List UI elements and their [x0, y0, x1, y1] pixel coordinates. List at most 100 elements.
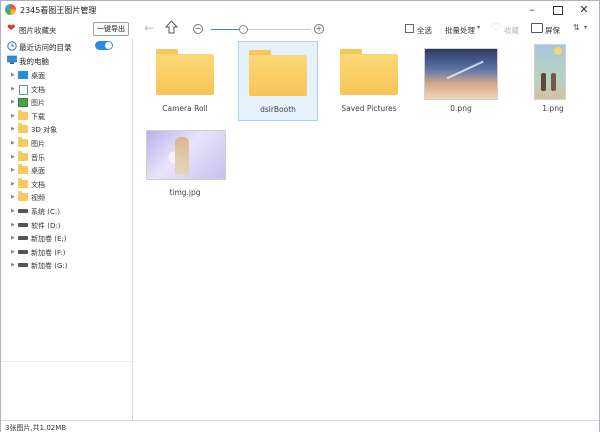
sidebar-item-13[interactable]: ▶ 新加卷 (F:) [1, 246, 132, 259]
expand-arrow-icon[interactable]: ▶ [11, 262, 15, 268]
sidebar-item-label: 3D 对象 [31, 126, 58, 135]
drive-icon [18, 263, 28, 268]
screensaver-button[interactable]: 屏保 [545, 25, 560, 36]
sidebar-item-0[interactable]: ▶ 桌面 [1, 69, 132, 82]
select-all-label[interactable]: 全选 [417, 25, 432, 36]
expand-arrow-icon[interactable]: ▶ [11, 235, 15, 241]
sort-icon[interactable]: ⇅ [573, 23, 580, 32]
sidebar-item-label: 文档 [31, 180, 45, 189]
expand-arrow-icon[interactable]: ▶ [11, 99, 15, 105]
file-name: dslrBooth [260, 105, 296, 114]
sidebar-item-2[interactable]: ▶ 图片 [1, 96, 132, 109]
folder-icon [156, 49, 214, 95]
maximize-button[interactable] [547, 1, 569, 19]
folder-item[interactable]: Saved Pictures [330, 41, 408, 119]
sidebar-item-label: 软件 (D:) [31, 221, 61, 230]
image-thumbnail [534, 44, 566, 100]
file-name: timg.jpg [169, 188, 201, 197]
sidebar-empty-area [1, 361, 132, 421]
back-arrow-icon[interactable]: ← [144, 21, 154, 35]
heart-icon[interactable]: ❤ [7, 24, 15, 34]
sidebar-item-9[interactable]: ▶ 视频 [1, 191, 132, 204]
folder-body [249, 55, 307, 96]
expand-arrow-icon[interactable]: ▶ [11, 208, 15, 214]
drive-icon [18, 249, 28, 254]
folder-icon [18, 150, 28, 161]
folder-icon [18, 123, 28, 134]
select-all-checkbox[interactable] [405, 24, 414, 33]
sidebar-item-label: 图片 [31, 140, 45, 148]
pic-icon [18, 98, 28, 108]
expand-arrow-icon[interactable]: ▶ [11, 86, 15, 92]
zoom-in-button[interactable]: + [314, 24, 324, 34]
expand-arrow-icon[interactable]: ▶ [11, 154, 15, 160]
sort-chevron-down-icon[interactable]: ▾ [584, 24, 587, 31]
sidebar-item-3[interactable]: ▶ 下载 [1, 109, 132, 123]
collect-button[interactable]: 收藏 [504, 25, 519, 36]
zoom-slider[interactable] [211, 25, 311, 34]
zoom-slider-thumb[interactable] [239, 25, 248, 34]
folder-item[interactable]: dslrBooth [238, 41, 318, 121]
doc-icon [19, 84, 28, 95]
image-item[interactable]: 1.png [514, 41, 592, 119]
sidebar-item-label: 桌面 [31, 167, 45, 176]
folder-body [156, 54, 214, 95]
sidebar-item-8[interactable]: ▶ 文档 [1, 177, 132, 191]
sidebar-item-label: 桌面 [31, 72, 45, 80]
close-button[interactable]: ✕ [573, 1, 595, 19]
drive-icon [18, 209, 28, 213]
sidebar-item-11[interactable]: ▶ 软件 (D:) [1, 219, 132, 232]
image-item[interactable]: 0.png [422, 41, 500, 119]
folder-icon [18, 177, 28, 188]
file-name: 1.png [542, 104, 564, 113]
image-item[interactable]: timg.jpg [146, 125, 226, 203]
status-bar: 3张图片,共1.02MB [1, 420, 599, 432]
sidebar-item-7[interactable]: ▶ 桌面 [1, 164, 132, 177]
sidebar-item-label: 新加卷 (G:) [31, 262, 68, 271]
expand-arrow-icon[interactable]: ▶ [11, 194, 15, 200]
recent-dirs-row[interactable]: 最近访问的目录 [1, 40, 132, 52]
file-grid: Camera Roll dslrBooth Saved Pictures 0.png 1… [133, 39, 599, 420]
my-computer-label: 我的电脑 [19, 57, 49, 66]
expand-arrow-icon[interactable]: ▶ [11, 126, 15, 132]
sidebar-item-5[interactable]: ▶ 图片 [1, 137, 132, 150]
my-computer-row[interactable]: 我的电脑 [1, 54, 132, 66]
sidebar-item-label: 图片 [31, 99, 45, 108]
folder-item[interactable]: Camera Roll [146, 41, 224, 119]
expand-arrow-icon[interactable]: ▶ [11, 167, 15, 173]
export-button[interactable]: 一键导出 [93, 22, 129, 36]
minimize-button[interactable]: – [521, 1, 543, 19]
favorites-label[interactable]: 图片收藏夹 [19, 25, 57, 36]
folder-body [340, 54, 398, 95]
sidebar-item-10[interactable]: ▶ 系统 (C:) [1, 205, 132, 218]
batch-process-button[interactable]: 批量处理 [445, 25, 475, 36]
collect-heart-icon[interactable]: ♡ [491, 22, 501, 34]
chevron-down-icon[interactable]: ▾ [477, 24, 480, 31]
sidebar-item-label: 新加卷 (E:) [31, 235, 67, 244]
sidebar-item-4[interactable]: ▶ 3D 对象 [1, 123, 132, 136]
maximize-icon [553, 5, 563, 15]
sidebar-item-1[interactable]: ▶ 文档 [1, 83, 132, 96]
sidebar-item-label: 下载 [31, 112, 45, 121]
toolbar: ❤ 图片收藏夹 一键导出 ← − + 全选 批量处理 ▾ ♡ 收藏 屏保 ⇅ ▾ [1, 19, 599, 40]
recent-dirs-toggle[interactable] [95, 41, 113, 50]
expand-arrow-icon[interactable]: ▶ [11, 181, 15, 187]
folder-icon [340, 49, 398, 95]
app-logo-icon [5, 4, 16, 15]
image-thumbnail [424, 48, 498, 100]
drive-icon [18, 236, 28, 241]
sidebar-item-14[interactable]: ▶ 新加卷 (G:) [1, 259, 132, 272]
computer-icon [7, 55, 17, 64]
sidebar-item-label: 文档 [31, 85, 45, 94]
zoom-out-button[interactable]: − [193, 24, 203, 34]
up-folder-icon[interactable] [165, 20, 178, 34]
expand-arrow-icon[interactable]: ▶ [11, 222, 15, 228]
sidebar-item-12[interactable]: ▶ 新加卷 (E:) [1, 232, 132, 245]
expand-arrow-icon[interactable]: ▶ [11, 249, 15, 255]
screensaver-icon[interactable] [531, 23, 543, 33]
sidebar-item-6[interactable]: ▶ 音乐 [1, 150, 132, 164]
desktop-icon [18, 71, 28, 79]
expand-arrow-icon[interactable]: ▶ [11, 140, 15, 146]
expand-arrow-icon[interactable]: ▶ [11, 72, 15, 78]
expand-arrow-icon[interactable]: ▶ [11, 113, 15, 119]
